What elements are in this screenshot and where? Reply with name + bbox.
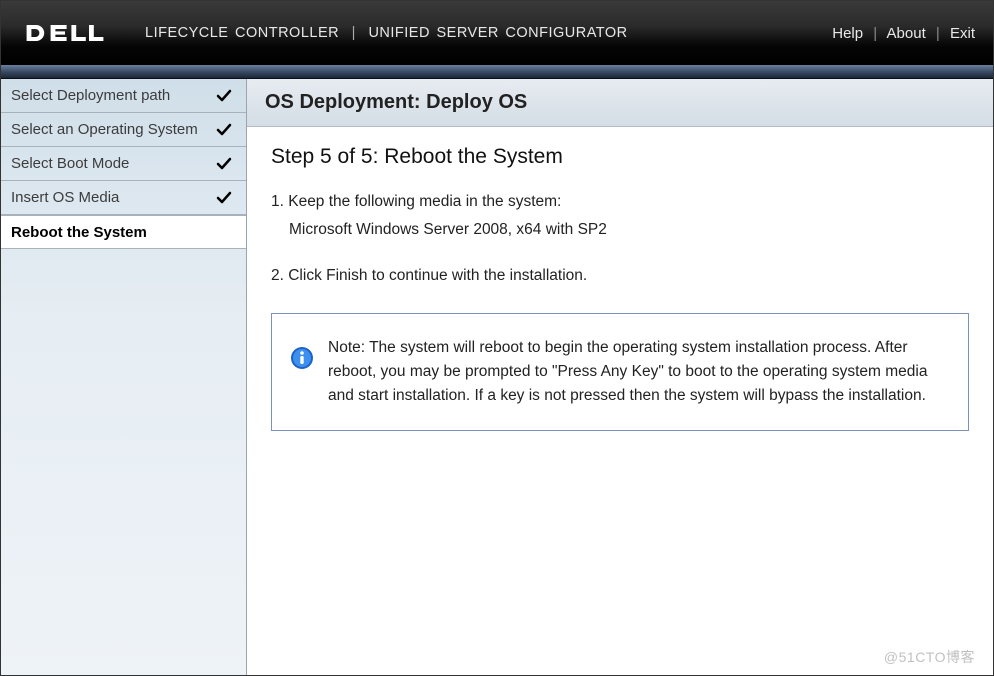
page-content: Step 5 of 5: Reboot the System 1. Keep t…: [247, 127, 993, 449]
sidebar-item-label: Select Deployment path: [11, 87, 170, 104]
dell-logo: [25, 21, 105, 45]
sidebar-item-label: Select Boot Mode: [11, 155, 129, 172]
instruction-1-media: Microsoft Windows Server 2008, x64 with …: [289, 221, 969, 239]
app-header: LIFECYCLE CONTROLLER | UNIFIED SERVER CO…: [1, 1, 993, 65]
note-box: Note: The system will reboot to begin th…: [271, 313, 969, 431]
checkmark-icon: [216, 156, 232, 172]
help-link[interactable]: Help: [832, 25, 863, 42]
breadcrumb-b: UNIFIED SERVER CONFIGURATOR: [368, 25, 627, 41]
sidebar-item-label: Insert OS Media: [11, 189, 119, 206]
watermark: @51CTO博客: [884, 647, 975, 667]
sidebar-item-label: Select an Operating System: [11, 121, 198, 138]
sidebar-item-reboot-the-system[interactable]: Reboot the System: [1, 215, 246, 249]
breadcrumb-divider: |: [352, 25, 356, 41]
breadcrumb: LIFECYCLE CONTROLLER | UNIFIED SERVER CO…: [145, 25, 628, 41]
exit-link[interactable]: Exit: [950, 25, 975, 42]
instruction-1: 1. Keep the following media in the syste…: [271, 193, 969, 211]
wizard-sidebar: Select Deployment path Select an Operati…: [1, 79, 247, 675]
step-heading: Step 5 of 5: Reboot the System: [271, 145, 969, 169]
sidebar-item-select-deployment-path[interactable]: Select Deployment path: [1, 79, 246, 113]
breadcrumb-a: LIFECYCLE CONTROLLER: [145, 25, 339, 41]
about-link[interactable]: About: [887, 25, 926, 42]
sidebar-item-label: Reboot the System: [11, 224, 147, 241]
info-icon: [290, 346, 314, 370]
note-text: Note: The system will reboot to begin th…: [328, 336, 950, 408]
instruction-2: 2. Click Finish to continue with the ins…: [271, 267, 969, 285]
top-nav: Help | About | Exit: [832, 25, 975, 42]
header-underbar: [1, 65, 993, 79]
checkmark-icon: [216, 122, 232, 138]
sidebar-item-select-boot-mode[interactable]: Select Boot Mode: [1, 147, 246, 181]
page-title: OS Deployment: Deploy OS: [247, 79, 993, 127]
sidebar-item-select-operating-system[interactable]: Select an Operating System: [1, 113, 246, 147]
main-panel: OS Deployment: Deploy OS Step 5 of 5: Re…: [247, 79, 993, 675]
checkmark-icon: [216, 88, 232, 104]
sidebar-item-insert-os-media[interactable]: Insert OS Media: [1, 181, 246, 215]
checkmark-icon: [216, 190, 232, 206]
